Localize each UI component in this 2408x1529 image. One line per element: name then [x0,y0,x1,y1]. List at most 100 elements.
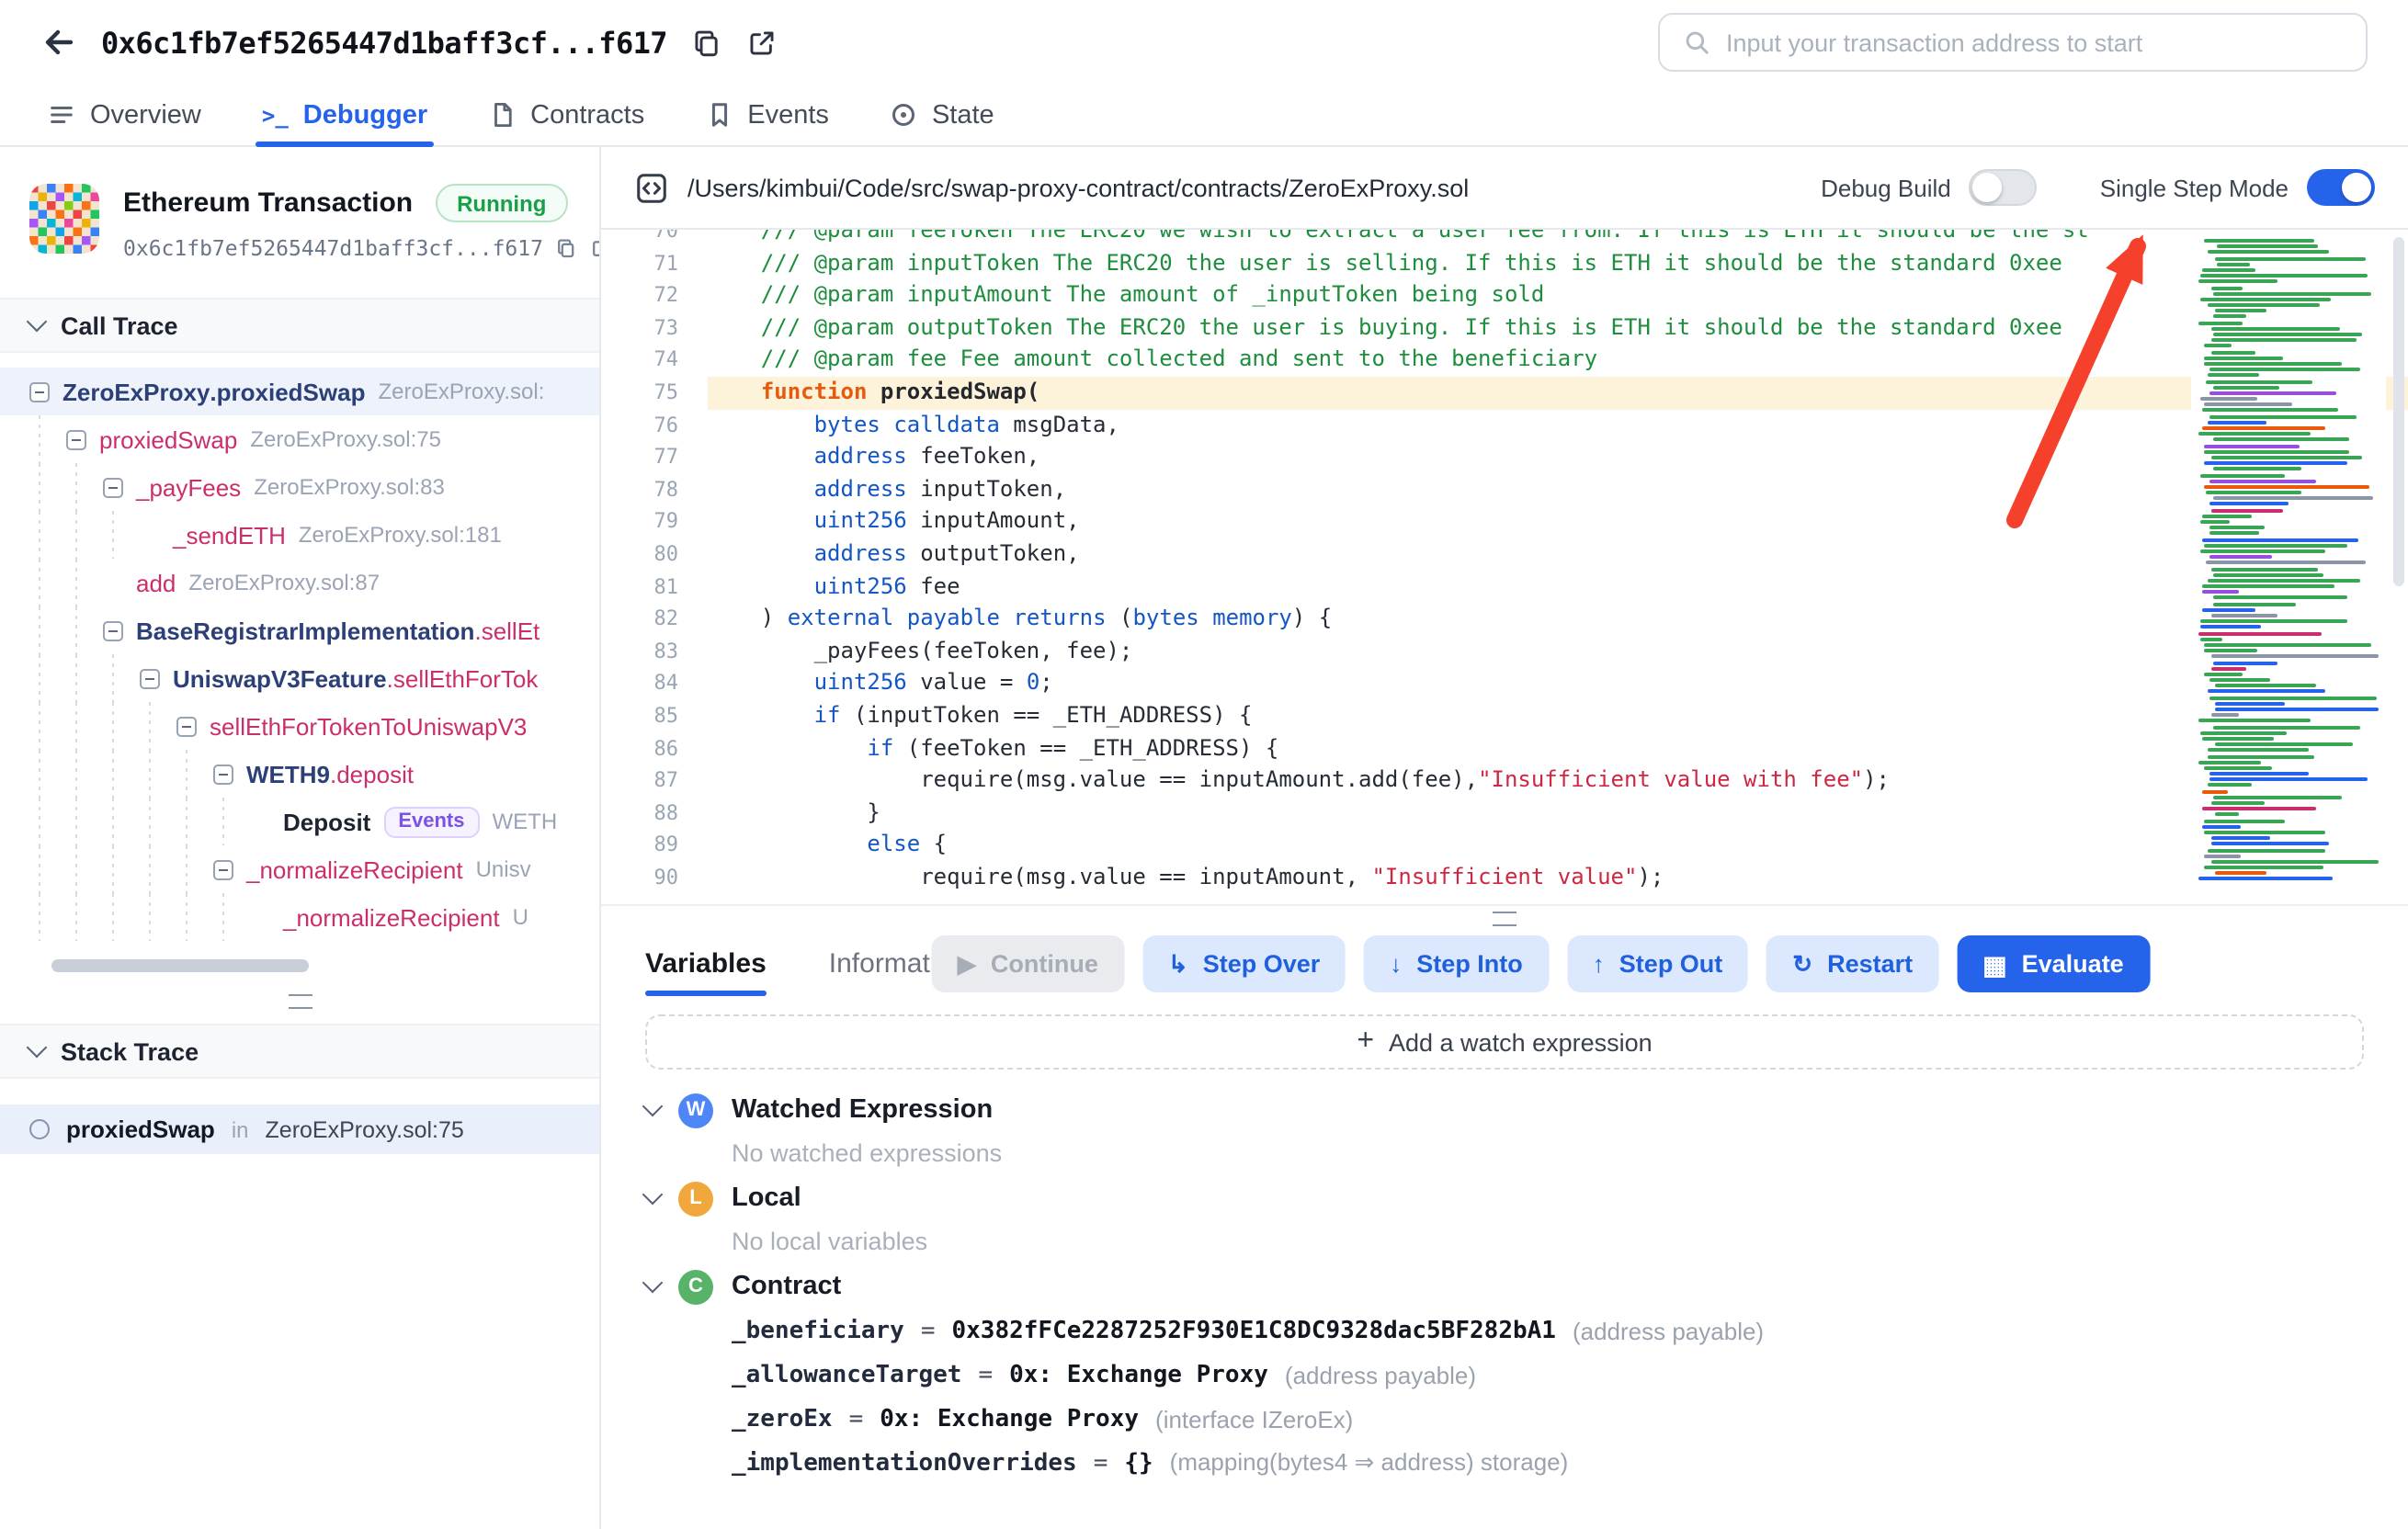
collapse-expander-icon[interactable] [103,477,123,497]
line-number[interactable]: 77 [601,441,708,473]
collapse-expander-icon[interactable] [213,859,233,879]
search-input[interactable] [1726,28,2344,56]
code-line[interactable]: 81 uint256 fee [601,571,2408,603]
external-link-icon[interactable] [746,27,778,58]
step-into-button[interactable]: Step Into [1364,935,1549,992]
line-number[interactable]: 71 [601,247,708,279]
call-trace-item[interactable]: _sendETHZeroExProxy.sol:181 [0,511,599,559]
copy-icon[interactable] [691,27,722,58]
line-number[interactable]: 90 [601,862,708,894]
line-number[interactable]: 88 [601,797,708,829]
line-number[interactable]: 89 [601,830,708,862]
line-number[interactable]: 76 [601,409,708,441]
collapse-expander-icon[interactable] [103,620,123,640]
tab-overview[interactable]: Overview [48,85,201,145]
call-trace-item[interactable]: UniswapV3Feature.sellEthForTok [0,654,599,702]
vertical-scrollbar[interactable] [2393,237,2404,586]
call-trace-header[interactable]: Call Trace [0,298,599,353]
call-trace-item[interactable]: _payFeesZeroExProxy.sol:83 [0,463,599,511]
call-trace-item[interactable]: addZeroExProxy.sol:87 [0,559,599,606]
variable-row[interactable]: _allowanceTarget = 0x: Exchange Proxy (a… [732,1353,2364,1397]
collapse-expander-icon[interactable] [66,429,86,449]
call-trace-item[interactable]: _normalizeRecipientU [0,893,599,941]
collapse-expander-icon[interactable] [213,764,233,784]
variable-row[interactable]: _beneficiary = 0x382fFCe2287252F930E1C8D… [732,1308,2364,1353]
section-watched-header[interactable]: W Watched Expression [645,1088,2364,1132]
variable-row[interactable]: _zeroEx = 0x: Exchange Proxy (interface … [732,1397,2364,1441]
line-number[interactable]: 84 [601,668,708,700]
line-number[interactable]: 73 [601,312,708,345]
collapse-expander-icon[interactable] [176,716,197,736]
stack-trace-header[interactable]: Stack Trace [0,1024,599,1079]
panel-splitter[interactable] [601,906,2408,932]
code-line[interactable]: 71 /// @param inputToken The ERC20 the u… [601,247,2408,279]
transaction-hash[interactable]: 0x6c1fb7ef5265447d1baff3cf...f617 [123,235,543,261]
horizontal-scrollbar[interactable] [26,959,574,972]
code-line[interactable]: 87 require(msg.value == inputAmount.add(… [601,764,2408,797]
call-trace-item[interactable]: BaseRegistrarImplementation.sellEt [0,606,599,654]
scrollbar-thumb[interactable] [51,959,309,972]
line-number[interactable]: 79 [601,506,708,538]
back-button[interactable] [40,24,77,61]
line-number[interactable]: 85 [601,700,708,732]
section-contract-header[interactable]: C Contract [645,1264,2364,1308]
line-number[interactable]: 75 [601,377,708,409]
code-line[interactable]: 90 require(msg.value == inputAmount, "In… [601,862,2408,894]
code-line[interactable]: 84 uint256 value = 0; [601,668,2408,700]
code-line-current[interactable]: 75 function proxiedSwap( [601,377,2408,409]
code-line[interactable]: 86 if (feeToken == _ETH_ADDRESS) { [601,732,2408,764]
call-trace-item[interactable]: DepositEventsWETH [0,798,599,845]
call-trace-item[interactable]: sellEthForTokenToUniswapV3 [0,702,599,750]
collapse-expander-icon[interactable] [29,381,50,402]
code-line[interactable]: 88 } [601,797,2408,829]
code-line[interactable]: 89 else { [601,830,2408,862]
tab-events[interactable]: Events [705,85,829,145]
debug-build-toggle[interactable] [1970,169,2038,206]
tab-variables[interactable]: Variables [645,932,767,996]
line-number[interactable]: 83 [601,635,708,667]
step-out-button[interactable]: Step Out [1567,935,1749,992]
code-line[interactable]: 73 /// @param outputToken The ERC20 the … [601,312,2408,345]
tab-state[interactable]: State [890,85,994,145]
call-trace-item[interactable]: ZeroExProxy.proxiedSwapZeroExProxy.sol: [0,368,599,415]
line-number[interactable]: 78 [601,474,708,506]
variable-row[interactable]: _implementationOverrides = {} (mapping(b… [732,1441,2364,1485]
external-link-icon[interactable] [591,237,601,259]
stack-frame-row[interactable]: proxiedSwap in ZeroExProxy.sol:75 [0,1104,599,1154]
code-line[interactable]: 70 /// @param feeToken The ERC20 we wish… [601,230,2408,247]
line-number[interactable]: 74 [601,345,708,377]
code-line[interactable]: 72 /// @param inputAmount The amount of … [601,279,2408,311]
line-number[interactable]: 72 [601,279,708,311]
call-trace-item[interactable]: _normalizeRecipientUnisv [0,845,599,893]
code-editor[interactable]: 70 /// @param feeToken The ERC20 we wish… [601,230,2408,906]
call-trace-item[interactable]: proxiedSwapZeroExProxy.sol:75 [0,415,599,463]
tab-debugger[interactable]: Debugger [262,85,427,145]
code-line[interactable]: 77 address feeToken, [601,441,2408,473]
line-number[interactable]: 70 [601,230,708,247]
sidebar-splitter[interactable] [0,987,599,1016]
minimap[interactable] [2191,230,2386,904]
code-line[interactable]: 79 uint256 inputAmount, [601,506,2408,538]
code-line[interactable]: 78 address inputToken, [601,474,2408,506]
tab-contracts[interactable]: Contracts [488,85,644,145]
code-line[interactable]: 85 if (inputToken == _ETH_ADDRESS) { [601,700,2408,732]
line-number[interactable]: 86 [601,732,708,764]
line-number[interactable]: 82 [601,603,708,635]
single-step-mode-toggle[interactable] [2307,169,2375,206]
step-over-button[interactable]: Step Over [1142,935,1346,992]
line-number[interactable]: 81 [601,571,708,603]
copy-icon[interactable] [556,237,578,259]
code-line[interactable]: 76 bytes calldata msgData, [601,409,2408,441]
code-line[interactable]: 74 /// @param fee Fee amount collected a… [601,345,2408,377]
line-number[interactable]: 80 [601,538,708,571]
evaluate-button[interactable]: Evaluate [1957,935,2150,992]
code-line[interactable]: 83 _payFees(feeToken, fee); [601,635,2408,667]
restart-button[interactable]: Restart [1766,935,1938,992]
line-number[interactable]: 87 [601,764,708,797]
call-trace-item[interactable]: WETH9.deposit [0,750,599,798]
section-local-header[interactable]: L Local [645,1176,2364,1220]
code-line[interactable]: 80 address outputToken, [601,538,2408,571]
collapse-expander-icon[interactable] [140,668,160,688]
add-watch-expression-button[interactable]: Add a watch expression [645,1014,2364,1070]
continue-button[interactable]: Continue [932,935,1124,992]
